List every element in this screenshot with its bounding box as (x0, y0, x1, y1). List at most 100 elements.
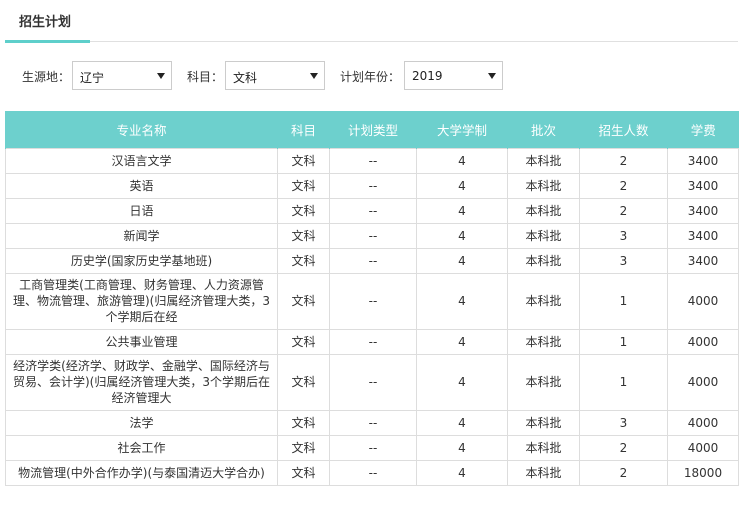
cell-duration: 4 (416, 272, 508, 330)
cell-subject: 文科 (277, 353, 330, 411)
cell-quota: 1 (579, 272, 668, 330)
cell-major: 历史学(国家历史学基地班) (5, 247, 278, 274)
cell-major: 物流管理(中外合作办学)(与泰国清迈大学合办) (5, 459, 278, 486)
tab-bar: 招生计划 (5, 0, 738, 43)
tab-admission-plan-label: 招生计划 (19, 15, 72, 30)
table-row: 工商管理类(工商管理、财务管理、人力资源管理、物流管理、旅游管理)(归属经济管理… (5, 272, 739, 330)
cell-tuition: 3400 (667, 247, 739, 274)
chevron-down-icon (310, 73, 318, 79)
table-header-row: 专业名称 科目 计划类型 大学学制 批次 招生人数 学费 (5, 111, 739, 148)
cell-duration: 4 (416, 147, 508, 174)
cell-plan-type: -- (329, 222, 417, 249)
cell-quota: 2 (579, 459, 668, 486)
cell-duration: 4 (416, 222, 508, 249)
cell-subject: 文科 (277, 222, 330, 249)
cell-plan-type: -- (329, 409, 417, 436)
chevron-down-icon (488, 73, 496, 79)
cell-tuition: 18000 (667, 459, 739, 486)
cell-major: 英语 (5, 172, 278, 199)
table-row: 经济学类(经济学、财政学、金融学、国际经济与贸易、会计学)(归属经济管理大类，3… (5, 353, 739, 411)
cell-plan-type: -- (329, 434, 417, 461)
cell-quota: 2 (579, 172, 668, 199)
cell-duration: 4 (416, 247, 508, 274)
province-select-value: 辽宁 (80, 71, 105, 85)
table-row: 公共事业管理 文科 -- 4 本科批 1 4000 (5, 328, 739, 355)
cell-major: 公共事业管理 (5, 328, 278, 355)
cell-quota: 3 (579, 409, 668, 436)
header-plan-type: 计划类型 (329, 111, 417, 148)
cell-subject: 文科 (277, 434, 330, 461)
header-batch: 批次 (507, 111, 580, 148)
cell-subject: 文科 (277, 172, 330, 199)
cell-major: 汉语言文学 (5, 147, 278, 174)
cell-batch: 本科批 (507, 222, 580, 249)
cell-batch: 本科批 (507, 147, 580, 174)
admission-plan-table: 专业名称 科目 计划类型 大学学制 批次 招生人数 学费 汉语言文学 文科 --… (5, 111, 739, 486)
cell-duration: 4 (416, 434, 508, 461)
cell-major: 新闻学 (5, 222, 278, 249)
cell-major: 经济学类(经济学、财政学、金融学、国际经济与贸易、会计学)(归属经济管理大类，3… (5, 353, 278, 411)
header-tuition: 学费 (667, 111, 739, 148)
cell-quota: 2 (579, 147, 668, 174)
cell-quota: 1 (579, 353, 668, 411)
cell-batch: 本科批 (507, 247, 580, 274)
cell-tuition: 4000 (667, 409, 739, 436)
subject-select[interactable]: 文科 (225, 61, 325, 90)
cell-duration: 4 (416, 409, 508, 436)
tab-active-indicator (5, 40, 90, 43)
year-select[interactable]: 2019 (404, 61, 503, 90)
table-row: 物流管理(中外合作办学)(与泰国清迈大学合办) 文科 -- 4 本科批 2 18… (5, 459, 739, 486)
header-subject: 科目 (277, 111, 330, 148)
cell-subject: 文科 (277, 459, 330, 486)
table-row: 新闻学 文科 -- 4 本科批 3 3400 (5, 222, 739, 249)
cell-subject: 文科 (277, 147, 330, 174)
cell-plan-type: -- (329, 147, 417, 174)
tab-admission-plan[interactable]: 招生计划 (5, 0, 90, 43)
cell-batch: 本科批 (507, 272, 580, 330)
header-duration: 大学学制 (416, 111, 508, 148)
cell-duration: 4 (416, 197, 508, 224)
cell-tuition: 4000 (667, 328, 739, 355)
cell-tuition: 3400 (667, 197, 739, 224)
cell-quota: 3 (579, 222, 668, 249)
cell-subject: 文科 (277, 272, 330, 330)
cell-major: 工商管理类(工商管理、财务管理、人力资源管理、物流管理、旅游管理)(归属经济管理… (5, 272, 278, 330)
cell-plan-type: -- (329, 172, 417, 199)
province-select[interactable]: 辽宁 (72, 61, 172, 90)
year-select-value: 2019 (412, 69, 443, 83)
cell-quota: 2 (579, 434, 668, 461)
cell-tuition: 3400 (667, 222, 739, 249)
subject-select-value: 文科 (233, 71, 258, 85)
chevron-down-icon (157, 73, 165, 79)
cell-tuition: 4000 (667, 434, 739, 461)
table-row: 历史学(国家历史学基地班) 文科 -- 4 本科批 3 3400 (5, 247, 739, 274)
cell-plan-type: -- (329, 353, 417, 411)
cell-plan-type: -- (329, 328, 417, 355)
province-label: 生源地： (22, 70, 71, 84)
cell-batch: 本科批 (507, 459, 580, 486)
table-row: 日语 文科 -- 4 本科批 2 3400 (5, 197, 739, 224)
cell-plan-type: -- (329, 197, 417, 224)
filter-bar: 生源地： 辽宁 科目： 文科 计划年份： 2019 (22, 61, 522, 90)
header-quota: 招生人数 (579, 111, 668, 148)
cell-quota: 3 (579, 247, 668, 274)
cell-subject: 文科 (277, 328, 330, 355)
cell-quota: 1 (579, 328, 668, 355)
cell-major: 法学 (5, 409, 278, 436)
cell-plan-type: -- (329, 272, 417, 330)
table-row: 汉语言文学 文科 -- 4 本科批 2 3400 (5, 147, 739, 174)
cell-quota: 2 (579, 197, 668, 224)
cell-tuition: 3400 (667, 147, 739, 174)
cell-plan-type: -- (329, 247, 417, 274)
cell-batch: 本科批 (507, 328, 580, 355)
cell-duration: 4 (416, 328, 508, 355)
cell-duration: 4 (416, 353, 508, 411)
cell-tuition: 4000 (667, 353, 739, 411)
cell-batch: 本科批 (507, 434, 580, 461)
cell-major: 社会工作 (5, 434, 278, 461)
admission-plan-table-wrap: 专业名称 科目 计划类型 大学学制 批次 招生人数 学费 汉语言文学 文科 --… (5, 111, 739, 486)
cell-tuition: 3400 (667, 172, 739, 199)
year-label: 计划年份： (340, 70, 401, 84)
cell-subject: 文科 (277, 409, 330, 436)
cell-batch: 本科批 (507, 353, 580, 411)
